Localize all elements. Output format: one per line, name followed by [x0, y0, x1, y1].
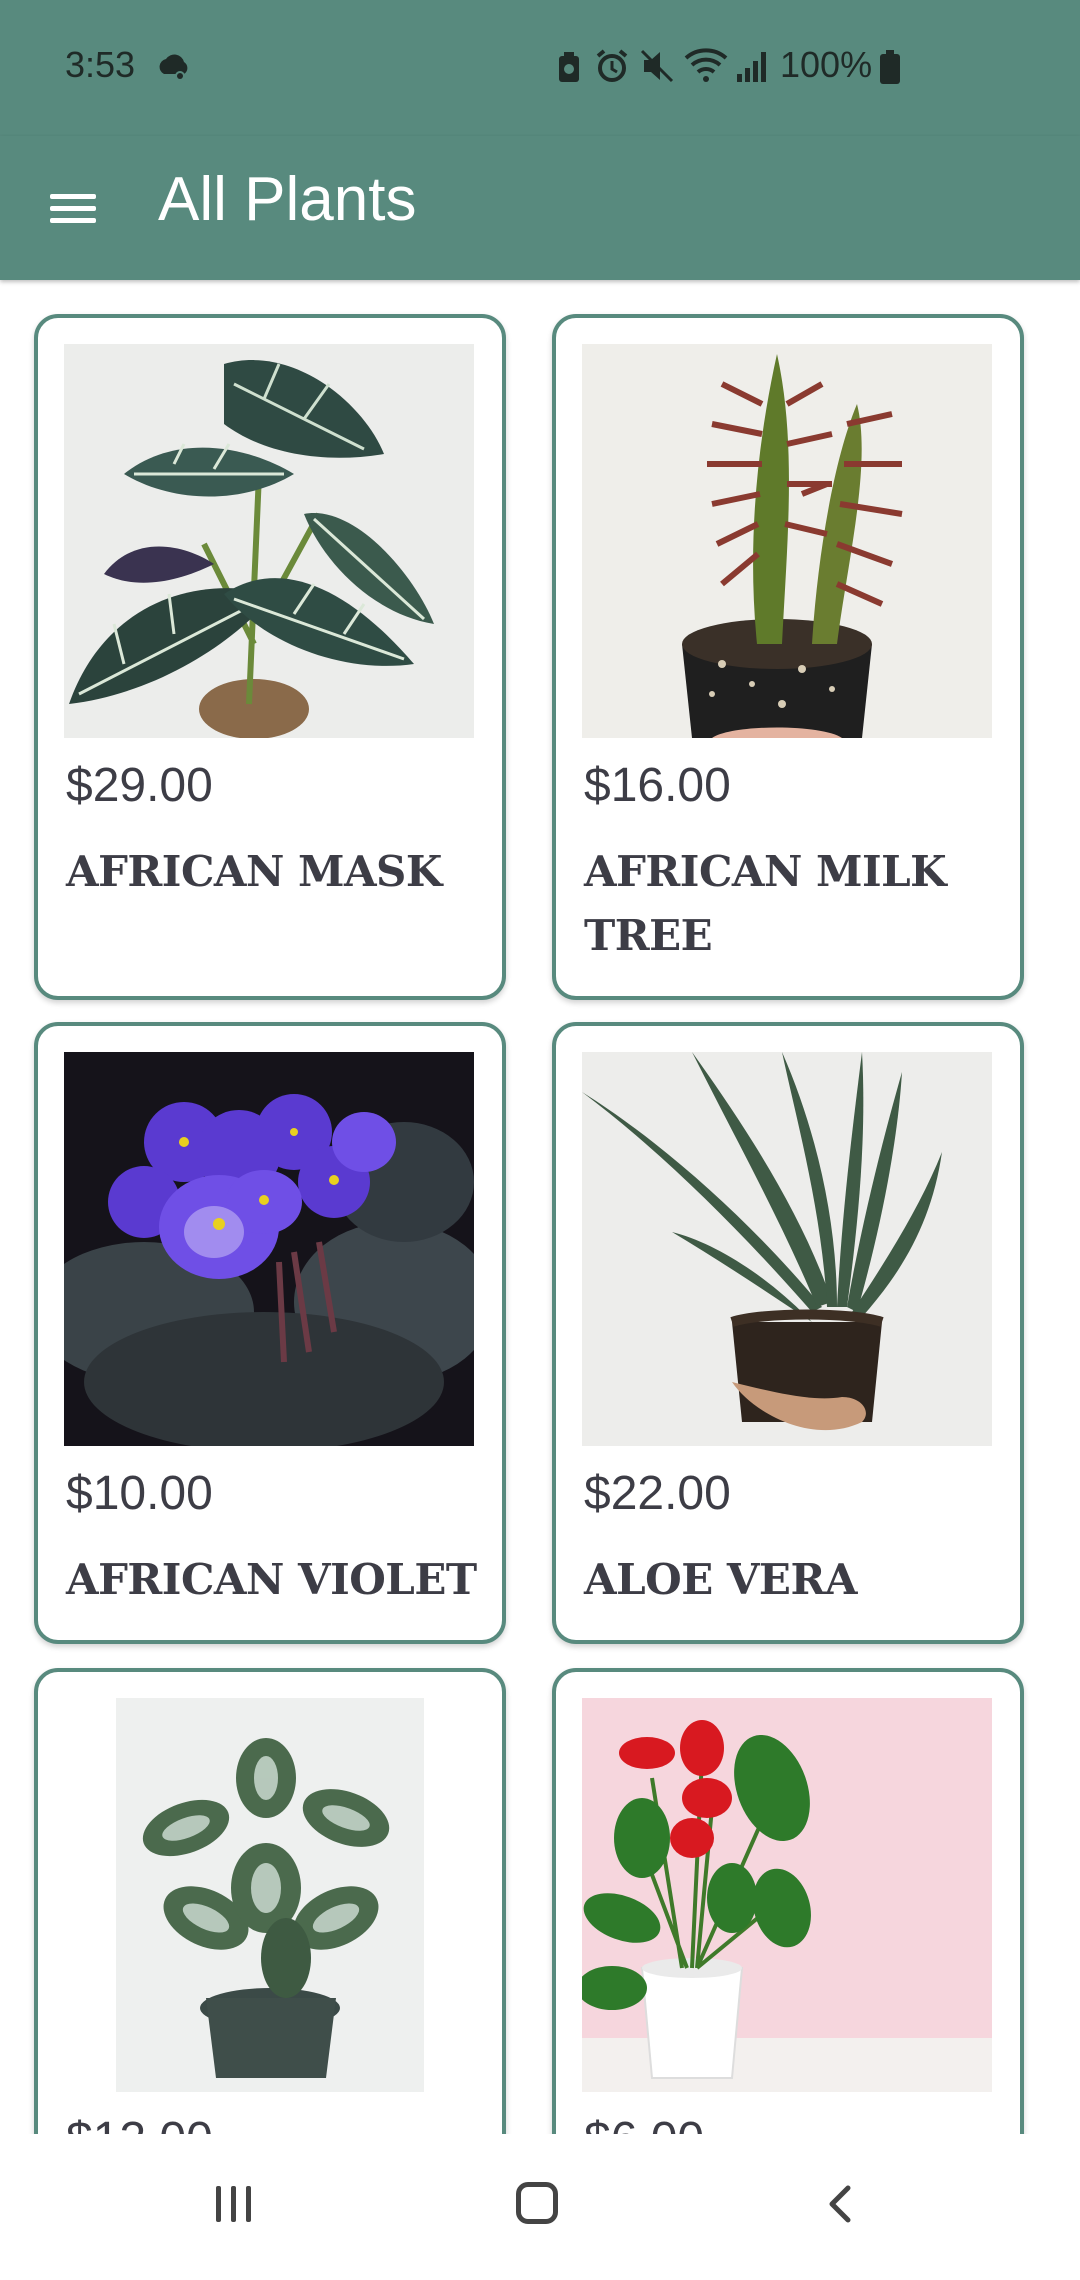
product-price: $12.00 [66, 2112, 213, 2134]
product-card[interactable]: $29.00 AFRICAN MASK [34, 314, 506, 1000]
african-mask-image [64, 344, 474, 738]
system-navigation-bar [0, 2134, 1080, 2280]
back-icon[interactable] [820, 2184, 860, 2224]
product-card[interactable]: $22.00 ALOE VERA [552, 1022, 1024, 1644]
data-saver-icon [559, 52, 579, 82]
product-price: $6.00 [584, 2112, 704, 2134]
african-violet-image [64, 1052, 474, 1446]
status-bar: 3:53 100% [0, 0, 1080, 136]
product-card[interactable]: $6.00 [552, 1668, 1024, 2134]
aluminum-plant-image [116, 1698, 424, 2092]
page-title: All Plants [158, 165, 417, 234]
product-card[interactable]: $10.00 AFRICAN VIOLET [34, 1022, 506, 1644]
product-price: $22.00 [584, 1467, 731, 1520]
product-price: $29.00 [66, 759, 213, 812]
product-card[interactable]: $16.00 AFRICAN MILK TREE [552, 314, 1024, 1000]
product-name: AFRICAN VIOLET [66, 1555, 477, 1604]
product-grid: $29.00 AFRICAN MASK $16.00 AFRICAN MILK … [0, 280, 1080, 2134]
product-price: $10.00 [66, 1467, 213, 1520]
alarm-icon [596, 49, 628, 82]
menu-icon[interactable] [36, 176, 110, 240]
home-icon[interactable] [516, 2182, 558, 2224]
product-name: AFRICAN MASK [66, 847, 442, 896]
app-bar: All Plants [0, 136, 1080, 280]
recent-apps-icon[interactable] [214, 2186, 254, 2222]
product-name: AFRICAN MILK TREE [584, 847, 947, 960]
vibrate-mute-icon [640, 49, 674, 83]
african-milk-tree-image [582, 344, 992, 738]
battery-percentage: 100% [780, 44, 873, 85]
cloud-notification-icon [159, 54, 188, 81]
product-card[interactable]: $12.00 [34, 1668, 506, 2134]
battery-icon [880, 50, 900, 84]
signal-icon [737, 52, 766, 82]
product-name: ALOE VERA [584, 1555, 857, 1604]
wifi-icon [684, 48, 728, 82]
product-price: $16.00 [584, 759, 731, 812]
aloe-vera-image [582, 1052, 992, 1446]
anthurium-image [582, 1698, 992, 2092]
status-time: 3:53 [65, 44, 136, 85]
